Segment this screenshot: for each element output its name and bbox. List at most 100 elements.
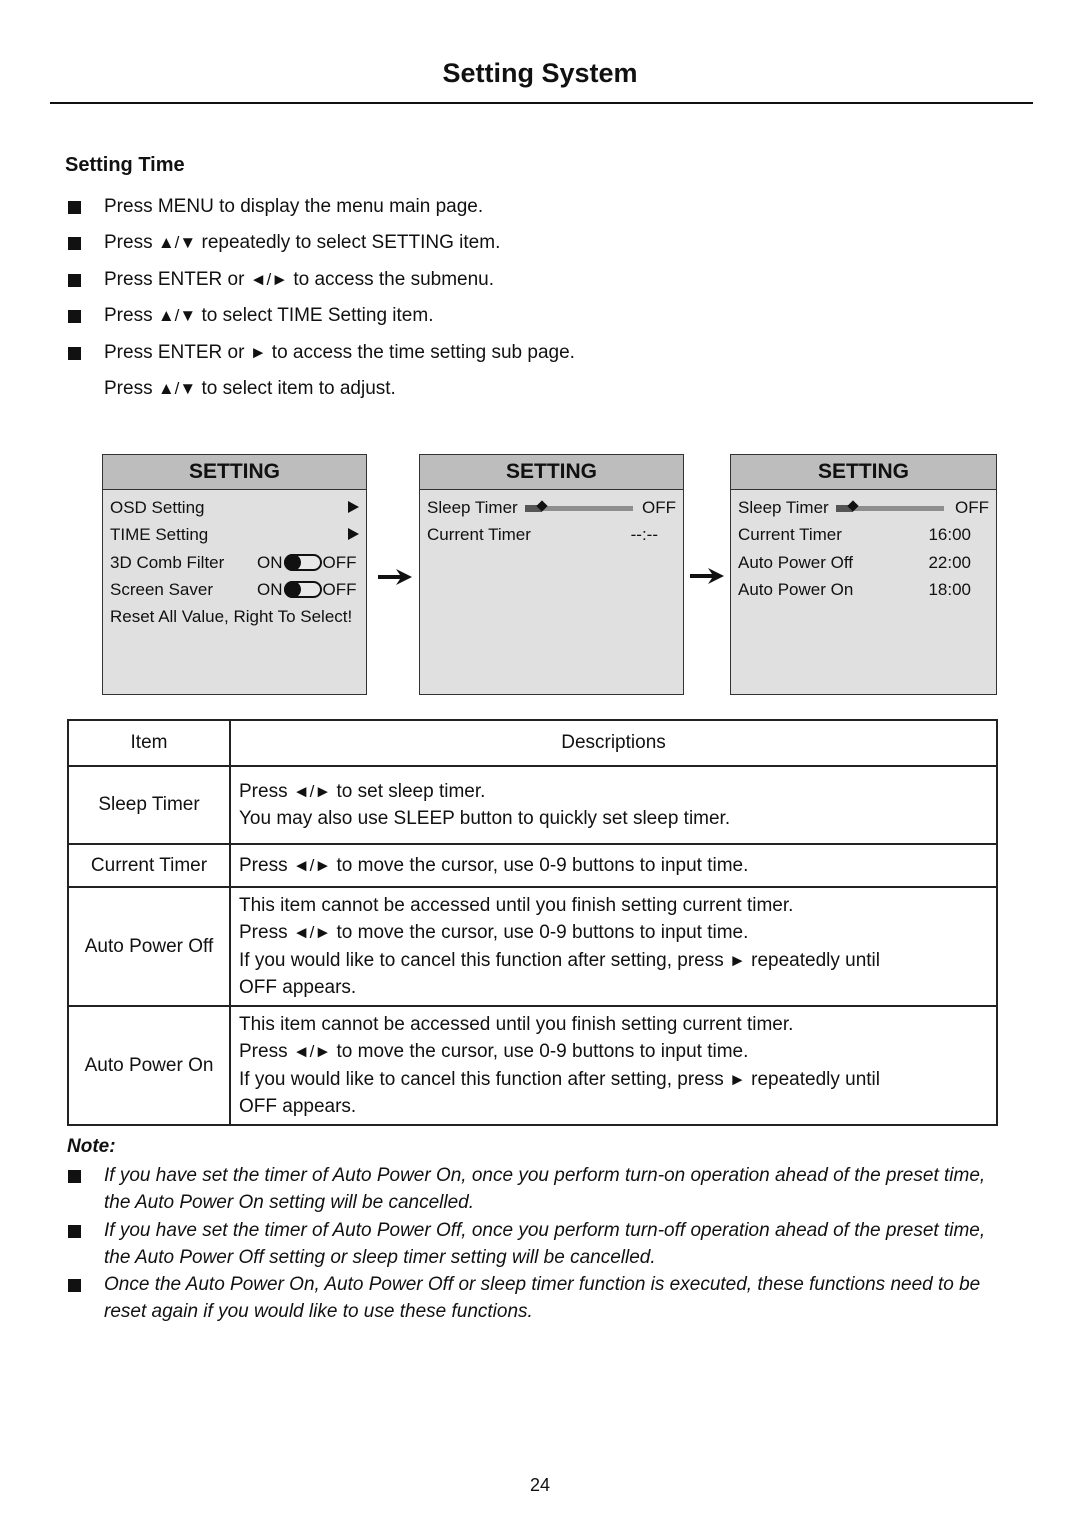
page-title: Setting System [442, 58, 638, 88]
description-line: Press ◄/► to set sleep timer. [239, 780, 486, 802]
bullet-square-icon [68, 1170, 81, 1183]
osd-row-label: Screen Saver [110, 580, 213, 600]
right-arrow-icon: ► [249, 342, 267, 362]
osd-menu-title: SETTING [420, 455, 683, 490]
bullet-square-icon [68, 1279, 81, 1293]
toggle-on-label: ON [257, 552, 283, 572]
notes-list: If you have set the timer of Auto Power … [66, 1162, 996, 1326]
table-row: Sleep Timer Press ◄/► to set sleep timer… [67, 765, 998, 845]
description-line: OFF appears. [239, 1096, 357, 1118]
description-line: You may also use SLEEP button to quickly… [239, 808, 731, 829]
note-text: If you have set the timer of Auto Power … [104, 1165, 986, 1214]
description-line: Press ◄/► to move the cursor, use 0-9 bu… [239, 922, 749, 944]
table-cell-item: Current Timer [67, 843, 231, 888]
step-text: Press ▲/▼ repeatedly to select SETTING i… [104, 232, 501, 254]
osd-row-value: OFF [955, 498, 989, 518]
osd-row-label: Current Timer [738, 525, 842, 545]
sleep-timer-slider [524, 499, 633, 512]
osd-menu-title: SETTING [103, 455, 366, 490]
toggle-off-label: OFF [322, 580, 357, 600]
step-item: Press ▲/▼ to select item to adjust. [66, 374, 766, 410]
osd-row-3d-comb-filter: 3D Comb Filter ON OFF [110, 549, 359, 576]
note-text: If you have set the timer of Auto Power … [104, 1219, 986, 1268]
descriptions-table: Item Descriptions Sleep Timer Press ◄/► … [67, 719, 998, 1127]
description-line: If you would like to cancel this functio… [239, 949, 881, 971]
osd-menu-time-configured: SETTING Sleep Timer OFF Current Timer 16… [730, 454, 997, 695]
table-row: Auto Power Off This item cannot be acces… [67, 885, 998, 1008]
bullet-square-icon [68, 1224, 81, 1238]
osd-row-sleep-timer: Sleep Timer OFF [738, 494, 989, 521]
osd-row-label: Auto Power Off [738, 552, 853, 572]
step-text: Press MENU to display the menu main page… [104, 196, 484, 217]
osd-row-label: Reset All Value, Right To Select! [110, 607, 353, 627]
osd-menu-time-initial: SETTING Sleep Timer OFF Current Timer --… [419, 454, 684, 695]
osd-menu-title: SETTING [731, 455, 996, 490]
steps-list: Press MENU to display the menu main page… [66, 192, 766, 410]
description-line: Press ◄/► to move the cursor, use 0-9 bu… [239, 854, 749, 876]
toggle-on-label: ON [257, 580, 283, 600]
note-title: Note: [67, 1136, 116, 1157]
toggle-switch-icon [283, 553, 322, 571]
table-row: Auto Power On This item cannot be access… [67, 1005, 998, 1127]
page-number: 24 [529, 1475, 551, 1495]
osd-row-reset: Reset All Value, Right To Select! [110, 603, 359, 630]
left-right-arrows-icon: ◄/► [292, 1042, 332, 1062]
left-right-arrows-icon: ◄/► [249, 269, 289, 289]
note-item: If you have set the timer of Auto Power … [66, 1162, 996, 1217]
osd-row-label: 3D Comb Filter [110, 552, 225, 572]
osd-row-osd-setting: OSD Setting [110, 494, 359, 521]
bullet-square-icon [68, 237, 81, 251]
osd-row-current-timer: Current Timer 16:00 [738, 521, 989, 548]
description-line: This item cannot be accessed until you f… [239, 895, 794, 916]
submenu-arrow-icon [348, 494, 359, 521]
step-item: Press ▲/▼ to select TIME Setting item. [66, 301, 766, 337]
right-arrow-icon: ► [729, 1069, 746, 1089]
osd-row-current-timer: Current Timer --:-- [427, 521, 676, 548]
osd-row-value: --:-- [630, 525, 658, 545]
osd-row-label: Auto Power On [738, 580, 854, 600]
bullet-square-icon [68, 310, 81, 324]
toggle-switch-icon [283, 581, 322, 599]
title-divider [50, 102, 1033, 104]
osd-row-auto-power-on: Auto Power On 18:00 [738, 576, 989, 603]
left-right-arrows-icon: ◄/► [292, 781, 332, 801]
osd-menu-main: SETTING OSD Setting TIME Setting 3D Comb… [102, 454, 367, 695]
table-cell-item: Sleep Timer [67, 765, 231, 845]
toggle-screen-saver: ON OFF [257, 576, 357, 603]
description-line: If you would like to cancel this functio… [239, 1068, 881, 1090]
table-cell-description: Press ◄/► to set sleep timer. You may als… [229, 765, 998, 845]
table-cell-item: Auto Power Off [67, 885, 231, 1008]
osd-row-label: TIME Setting [110, 525, 209, 545]
up-down-arrows-icon: ▲/▼ [157, 233, 197, 253]
right-arrow-icon [690, 568, 724, 584]
submenu-arrow-icon [348, 521, 359, 548]
osd-row-label: Current Timer [427, 525, 531, 545]
step-item: Press ▲/▼ repeatedly to select SETTING i… [66, 228, 766, 264]
osd-row-value: OFF [642, 498, 676, 518]
step-text: Press ENTER or ◄/► to access the submenu… [104, 268, 495, 290]
osd-row-time-setting: TIME Setting [110, 521, 359, 548]
up-down-arrows-icon: ▲/▼ [157, 306, 197, 326]
osd-row-value: 16:00 [928, 525, 971, 545]
osd-row-value: 18:00 [928, 580, 971, 600]
table-header-row: Item Descriptions [67, 719, 998, 767]
table-row: Current Timer Press ◄/► to move the curs… [67, 843, 998, 888]
bullet-square-icon [68, 346, 81, 360]
description-line: This item cannot be accessed until you f… [239, 1014, 794, 1036]
sleep-timer-slider [835, 499, 944, 512]
osd-row-label: Sleep Timer [738, 498, 829, 518]
toggle-off-label: OFF [322, 552, 357, 572]
table-cell-description: This item cannot be accessed until you f… [229, 885, 998, 1008]
osd-row-screen-saver: Screen Saver ON OFF [110, 576, 359, 603]
up-down-arrows-icon: ▲/▼ [157, 378, 197, 398]
description-line: Press ◄/► to move the cursor, use 0-9 bu… [239, 1041, 749, 1063]
step-text: Press ▲/▼ to select TIME Setting item. [104, 305, 434, 327]
note-text: Once the Auto Power On, Auto Power Off o… [104, 1274, 981, 1323]
left-right-arrows-icon: ◄/► [292, 855, 332, 875]
table-header-descriptions: Descriptions [229, 719, 998, 767]
bullet-square-icon [68, 273, 81, 287]
osd-row-sleep-timer: Sleep Timer OFF [427, 494, 676, 521]
table-cell-description: This item cannot be accessed until you f… [229, 1005, 998, 1127]
step-item: Press ENTER or ► to access the time sett… [66, 338, 766, 374]
table-cell-description: Press ◄/► to move the cursor, use 0-9 bu… [229, 843, 998, 888]
